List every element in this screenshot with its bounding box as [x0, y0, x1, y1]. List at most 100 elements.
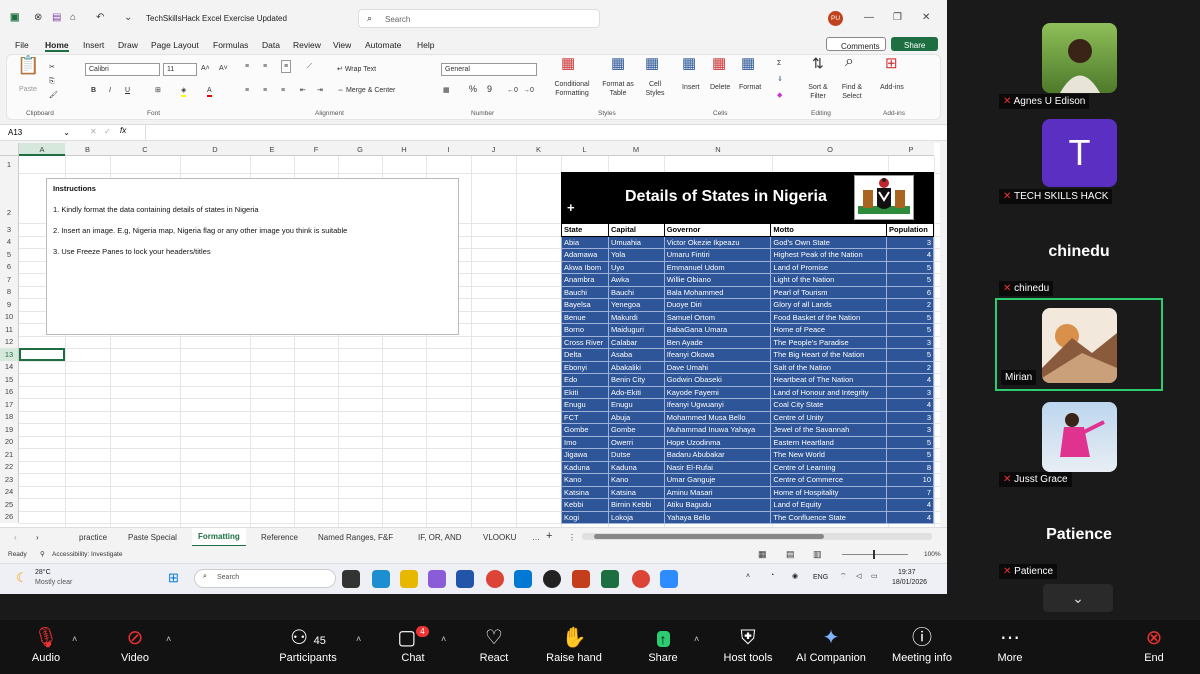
customize-icon[interactable]: ⌄ [124, 12, 132, 23]
table-cell[interactable]: Enugu [561, 398, 609, 412]
sheet-tab-active[interactable]: Formatting [192, 528, 246, 547]
format-cells-icon[interactable]: ▦ [741, 56, 755, 71]
table-cell[interactable]: Enugu [607, 398, 665, 412]
delete-cells-label[interactable]: Delete [710, 83, 730, 92]
tab-formulas[interactable]: Formulas [213, 40, 248, 50]
header-capital[interactable]: Capital [607, 223, 665, 237]
row-header[interactable]: 5 [0, 248, 19, 261]
zoom-slider[interactable] [842, 554, 908, 555]
table-cell[interactable]: Delta [561, 348, 609, 362]
table-cell[interactable]: Victor Okezie Ikpeazu [663, 235, 772, 249]
row-header[interactable]: 26 [0, 511, 19, 523]
share-button[interactable]: Share [891, 37, 938, 51]
weather-icon[interactable]: ☾ [16, 570, 28, 586]
table-cell[interactable]: Owerri [607, 435, 665, 449]
table-cell[interactable]: Kayode Fayemi [663, 385, 772, 399]
prev-sheet-icon[interactable]: ‹ [14, 533, 17, 542]
align-top-icon[interactable]: ≡ [245, 62, 249, 71]
table-cell[interactable]: Kaduna [561, 460, 609, 474]
table-cell[interactable]: Land of Equity [770, 498, 888, 512]
row-header[interactable]: 13 [0, 348, 19, 361]
sheet-tab[interactable]: Reference [261, 533, 298, 542]
row-header[interactable]: 10 [0, 311, 19, 323]
row-header[interactable]: 15 [0, 373, 19, 386]
table-cell[interactable]: 3 [886, 335, 934, 349]
table-cell[interactable]: 4 [886, 398, 934, 412]
comma-icon[interactable]: 9 [487, 85, 492, 94]
table-cell[interactable]: Home of Peace [770, 323, 888, 337]
avatar[interactable]: PU [828, 11, 843, 26]
font-color-icon[interactable]: A [207, 86, 212, 97]
cut-icon[interactable]: ✂ [49, 63, 55, 72]
borders-icon[interactable]: ⊞ [155, 86, 161, 95]
format-cells-label[interactable]: Format [739, 83, 761, 92]
column-header[interactable]: E [250, 143, 294, 156]
chrome-icon[interactable] [486, 570, 504, 588]
horizontal-scrollbar[interactable] [582, 533, 932, 540]
copy-icon[interactable]: ⎘ [49, 77, 55, 86]
italic-icon[interactable]: I [109, 86, 111, 95]
sheet-tab[interactable]: Paste Special [128, 533, 177, 542]
table-cell[interactable]: Hope Uzodinma [663, 435, 772, 449]
table-cell[interactable]: Ifeanyi Ugwuanyi [663, 398, 772, 412]
table-cell[interactable]: Maiduguri [607, 323, 665, 337]
column-header[interactable]: J [471, 143, 516, 156]
delete-cells-icon[interactable]: ▦ [712, 56, 726, 71]
table-cell[interactable]: Imo [561, 435, 609, 449]
table-cell[interactable]: 8 [886, 460, 934, 474]
table-cell[interactable]: 5 [886, 273, 934, 287]
table-cell[interactable]: Land of Promise [770, 260, 888, 274]
tab-review[interactable]: Review [293, 40, 321, 50]
instructions-textbox[interactable]: Instructions 1. Kindly format the data c… [46, 178, 459, 335]
column-header[interactable]: O [772, 143, 888, 156]
participant-tile[interactable]: T ✕ TECH SKILLS HACK [995, 115, 1163, 208]
table-cell[interactable]: Samuel Ortom [663, 310, 772, 324]
table-cell[interactable]: Birnin Kebbi [607, 498, 665, 512]
name-box[interactable]: A13 ⌄ [4, 126, 72, 139]
table-cell[interactable]: 4 [886, 510, 934, 524]
table-cell[interactable]: Highest Peak of the Nation [770, 248, 888, 262]
underline-icon[interactable]: U [125, 86, 130, 95]
autosave-icon[interactable]: ⊗ [34, 12, 42, 23]
row-header[interactable]: 21 [0, 448, 19, 461]
chat-button[interactable]: ▢ 4 Chat [373, 624, 453, 664]
clock-time[interactable]: 19:37 [898, 569, 916, 576]
table-cell[interactable]: Willie Obiano [663, 273, 772, 287]
page-layout-icon[interactable]: ▤ [786, 549, 795, 560]
row-header[interactable]: 1 [0, 156, 19, 173]
row-header[interactable]: 3 [0, 223, 19, 236]
table-cell[interactable]: Aminu Masari [663, 485, 772, 499]
table-cell[interactable]: Bauchi [561, 285, 609, 299]
tab-draw[interactable]: Draw [118, 40, 138, 50]
align-center-icon[interactable]: ≡ [263, 86, 267, 95]
language-indicator[interactable]: ENG [813, 574, 828, 581]
table-cell[interactable]: Gombe [607, 423, 665, 437]
font-name-select[interactable]: Calibri [85, 63, 160, 76]
page-break-icon[interactable]: ▥ [813, 549, 822, 560]
app-icon[interactable] [456, 570, 474, 588]
column-header[interactable]: K [516, 143, 561, 156]
coat-of-arms-image[interactable] [854, 175, 914, 220]
table-cell[interactable]: 4 [886, 498, 934, 512]
spreadsheet-grid[interactable]: ABCDEFGHIJKLMNOP 1 2 3 4 5 6 7 8 9 10 11 12 13 14 15 16… [0, 143, 940, 527]
row-header[interactable]: 8 [0, 286, 19, 298]
table-cell[interactable]: Umar Ganguje [663, 473, 772, 487]
table-cell[interactable]: Centre of Learning [770, 460, 888, 474]
volume-icon[interactable]: ◁ [856, 572, 861, 580]
video-button[interactable]: ⊘ Video [95, 624, 175, 664]
increase-decimal-icon[interactable]: ←0 [507, 86, 518, 95]
paste-icon[interactable]: 📋 [17, 56, 39, 74]
zoom-level[interactable]: 100% [924, 551, 941, 558]
audio-options-icon[interactable]: ˄ [72, 634, 77, 644]
table-cell[interactable]: Duoye Diri [663, 298, 772, 312]
sort-filter-icon[interactable]: ⇅ [812, 56, 824, 70]
find-select-icon[interactable]: ⌕ [845, 54, 854, 70]
number-format-select[interactable]: General [441, 63, 537, 76]
row-header[interactable]: 2 [0, 173, 19, 223]
active-cell[interactable] [19, 348, 65, 361]
table-cell[interactable]: Lokoja [607, 510, 665, 524]
home-icon[interactable]: ⌂ [70, 12, 76, 23]
table-cell[interactable]: Coal City State [770, 398, 888, 412]
wrap-text-button[interactable]: ↵ Wrap Text [337, 65, 376, 74]
next-sheet-icon[interactable]: › [36, 533, 39, 542]
